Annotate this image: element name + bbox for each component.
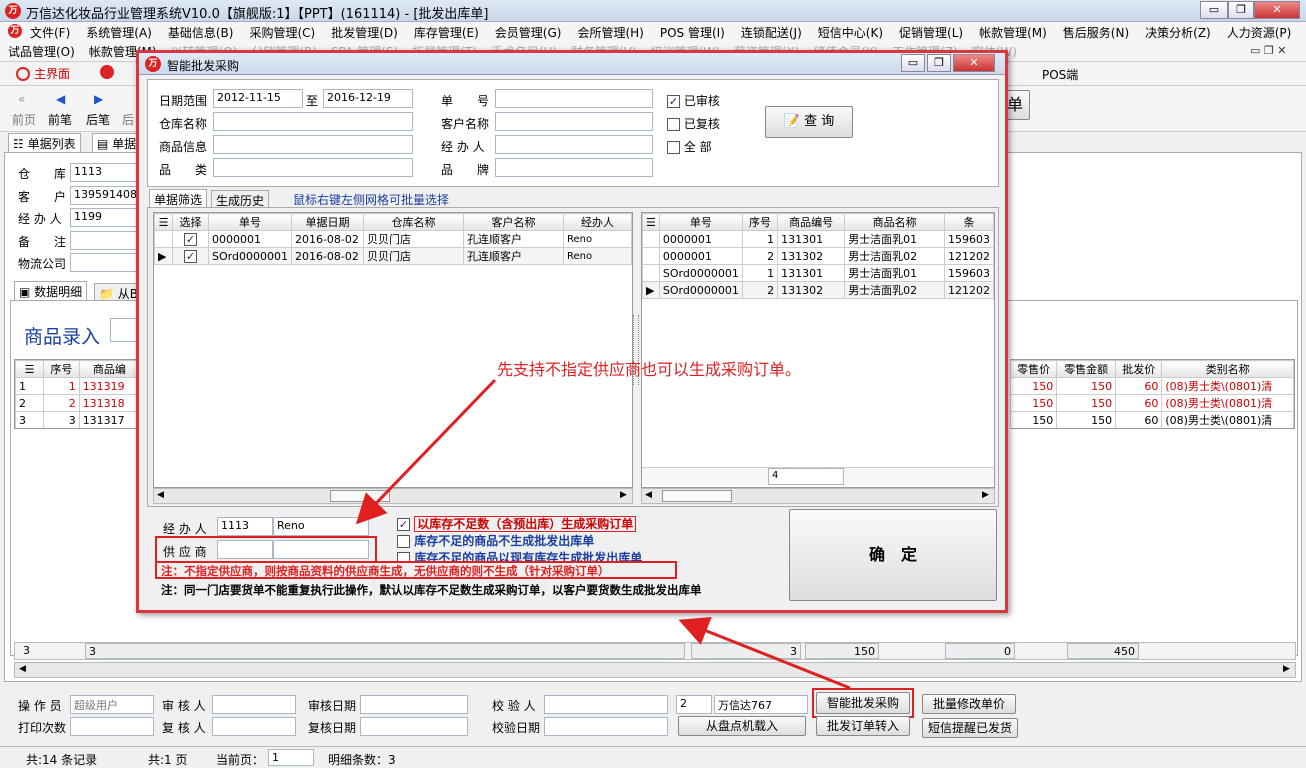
arrow-to-supplier xyxy=(355,378,497,525)
annotation-arrows xyxy=(355,378,851,690)
arrow-to-dialog xyxy=(678,616,851,690)
